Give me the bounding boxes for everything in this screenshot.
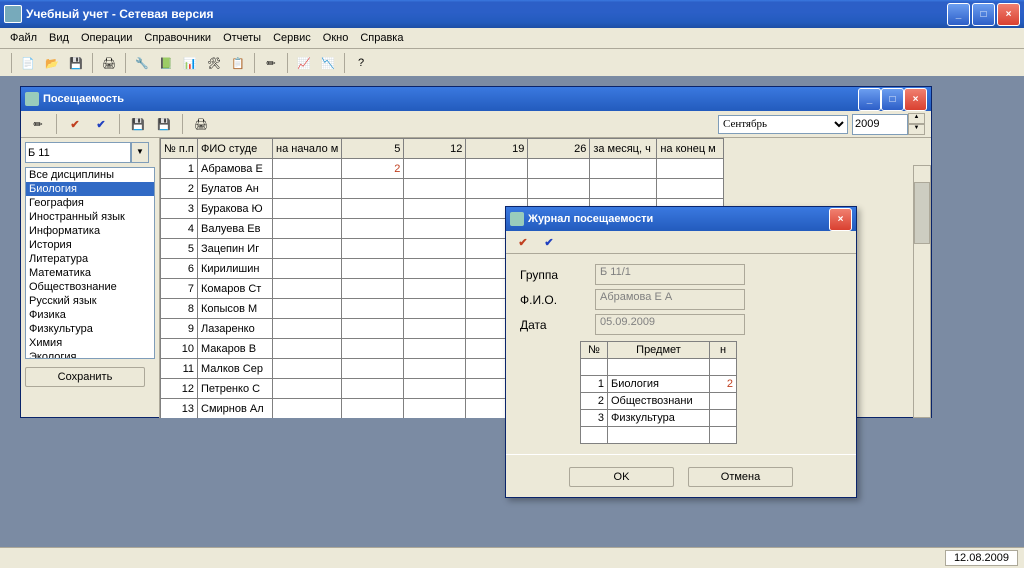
child-maximize-button[interactable]: □	[881, 88, 904, 111]
fio-label: Ф.И.О.	[520, 293, 595, 307]
dialog-toolbar: ✔ ✔	[506, 231, 856, 254]
app-icon	[4, 5, 22, 23]
discipline-item[interactable]: Физкультура	[26, 322, 154, 336]
date-field: 05.09.2009	[595, 314, 745, 335]
attendance-titlebar: Посещаемость _ □ ×	[21, 87, 931, 111]
discipline-item[interactable]: Русский язык	[26, 294, 154, 308]
menu-help[interactable]: Справка	[354, 30, 409, 46]
year-input[interactable]	[852, 114, 908, 135]
date-label: Дата	[520, 318, 595, 332]
dialog-table-row[interactable]: 1Биология2	[581, 376, 737, 393]
dialog-grid[interactable]: №Предметн1Биология22Обществознани3Физкул…	[580, 341, 737, 444]
ok-button[interactable]: OK	[569, 467, 674, 487]
main-titlebar: Учебный учет - Сетевая версия _ □ ×	[0, 0, 1024, 28]
print-icon-2[interactable]: 🖨	[190, 113, 212, 135]
vertical-scrollbar[interactable]	[913, 165, 931, 418]
print-icon[interactable]: 🖨	[98, 52, 120, 74]
dialog-titlebar: Журнал посещаемости ×	[506, 207, 856, 231]
help-icon[interactable]: ?	[350, 52, 372, 74]
table-row[interactable]: 2Булатов Ан	[161, 179, 724, 199]
year-down-button[interactable]: ▼	[908, 124, 925, 135]
dialog-title: Журнал посещаемости	[528, 213, 653, 225]
red-check-icon[interactable]: ✔	[64, 113, 86, 135]
dialog-close-button[interactable]: ×	[829, 208, 852, 231]
tool-icon-6[interactable]: ✏	[260, 52, 282, 74]
menu-view[interactable]: Вид	[43, 30, 75, 46]
menu-service[interactable]: Сервис	[267, 30, 317, 46]
left-panel: ▼ Все дисциплиныБиологияГеографияИностра…	[21, 138, 160, 418]
tool-icon-3[interactable]: 📊	[179, 52, 201, 74]
cancel-button[interactable]: Отмена	[688, 467, 793, 487]
save-icon[interactable]: 💾	[65, 52, 87, 74]
group-combo[interactable]: ▼	[25, 142, 155, 163]
edit-icon[interactable]: ✏	[27, 113, 49, 135]
dialog-body: Группа Б 11/1 Ф.И.О. Абрамова Е А Дата 0…	[506, 254, 856, 454]
discipline-item[interactable]: Биология	[26, 182, 154, 196]
dialog-buttons: OK Отмена	[506, 454, 856, 497]
month-select[interactable]: Сентябрь	[718, 115, 848, 134]
group-label: Группа	[520, 268, 595, 282]
dialog-blue-check-icon[interactable]: ✔	[538, 231, 560, 253]
menu-reports[interactable]: Отчеты	[217, 30, 267, 46]
discipline-item[interactable]: Математика	[26, 266, 154, 280]
discipline-item[interactable]: География	[26, 196, 154, 210]
tool-icon-1[interactable]: 🔧	[131, 52, 153, 74]
discipline-item[interactable]: Все дисциплины	[26, 168, 154, 182]
app-title: Учебный учет - Сетевая версия	[26, 7, 947, 21]
main-menubar: Файл Вид Операции Справочники Отчеты Сер…	[0, 28, 1024, 49]
maximize-button[interactable]: □	[972, 3, 995, 26]
minimize-button[interactable]: _	[947, 3, 970, 26]
menu-window[interactable]: Окно	[317, 30, 355, 46]
save-button[interactable]: Сохранить	[25, 367, 145, 387]
discipline-listbox[interactable]: Все дисциплиныБиологияГеографияИностранн…	[25, 167, 155, 359]
close-button[interactable]: ×	[997, 3, 1020, 26]
discipline-item[interactable]: Физика	[26, 308, 154, 322]
year-spinner[interactable]: ▲ ▼	[852, 113, 925, 135]
journal-icon	[510, 212, 524, 226]
discipline-item[interactable]: Обществознание	[26, 280, 154, 294]
discipline-item[interactable]: Иностранный язык	[26, 210, 154, 224]
statusbar: 12.08.2009	[0, 547, 1024, 568]
journal-dialog: Журнал посещаемости × ✔ ✔ Группа Б 11/1 …	[505, 206, 857, 498]
menu-operations[interactable]: Операции	[75, 30, 138, 46]
group-input[interactable]	[25, 142, 131, 163]
group-field: Б 11/1	[595, 264, 745, 285]
discipline-item[interactable]: Экология	[26, 350, 154, 359]
disk-icon-1[interactable]: 💾	[127, 113, 149, 135]
tool-icon-7[interactable]: 📈	[293, 52, 315, 74]
new-icon[interactable]: 📄	[17, 52, 39, 74]
attendance-title: Посещаемость	[43, 93, 124, 105]
tool-icon-2[interactable]: 📗	[155, 52, 177, 74]
tool-icon-4[interactable]: 🛠	[203, 52, 225, 74]
discipline-item[interactable]: Химия	[26, 336, 154, 350]
year-up-button[interactable]: ▲	[908, 113, 925, 124]
status-date: 12.08.2009	[945, 550, 1018, 566]
attendance-icon	[25, 92, 39, 106]
discipline-item[interactable]: История	[26, 238, 154, 252]
mdi-area: Посещаемость _ □ × ✏ ✔ ✔ 💾 💾 🖨 Сентябрь	[0, 76, 1024, 548]
open-icon[interactable]: 📂	[41, 52, 63, 74]
tool-icon-8[interactable]: 📉	[317, 52, 339, 74]
dialog-red-check-icon[interactable]: ✔	[512, 231, 534, 253]
tool-icon-5[interactable]: 📋	[227, 52, 249, 74]
menu-file[interactable]: Файл	[4, 30, 43, 46]
blue-check-icon[interactable]: ✔	[90, 113, 112, 135]
dialog-table-row[interactable]: 3Физкультура	[581, 410, 737, 427]
disk-icon-2[interactable]: 💾	[153, 113, 175, 135]
discipline-item[interactable]: Литература	[26, 252, 154, 266]
child-close-button[interactable]: ×	[904, 88, 927, 111]
dialog-table-row[interactable]: 2Обществознани	[581, 393, 737, 410]
table-row[interactable]: 1Абрамова Е2	[161, 159, 724, 179]
scrollbar-thumb[interactable]	[914, 182, 930, 244]
main-toolbar: 📄 📂 💾 🖨 🔧 📗 📊 🛠 📋 ✏ 📈 📉 ?	[0, 49, 1024, 78]
child-minimize-button[interactable]: _	[858, 88, 881, 111]
menu-references[interactable]: Справочники	[138, 30, 217, 46]
fio-field: Абрамова Е А	[595, 289, 745, 310]
group-dropdown-button[interactable]: ▼	[131, 142, 149, 163]
discipline-item[interactable]: Информатика	[26, 224, 154, 238]
attendance-toolbar: ✏ ✔ ✔ 💾 💾 🖨 Сентябрь ▲	[21, 111, 931, 138]
